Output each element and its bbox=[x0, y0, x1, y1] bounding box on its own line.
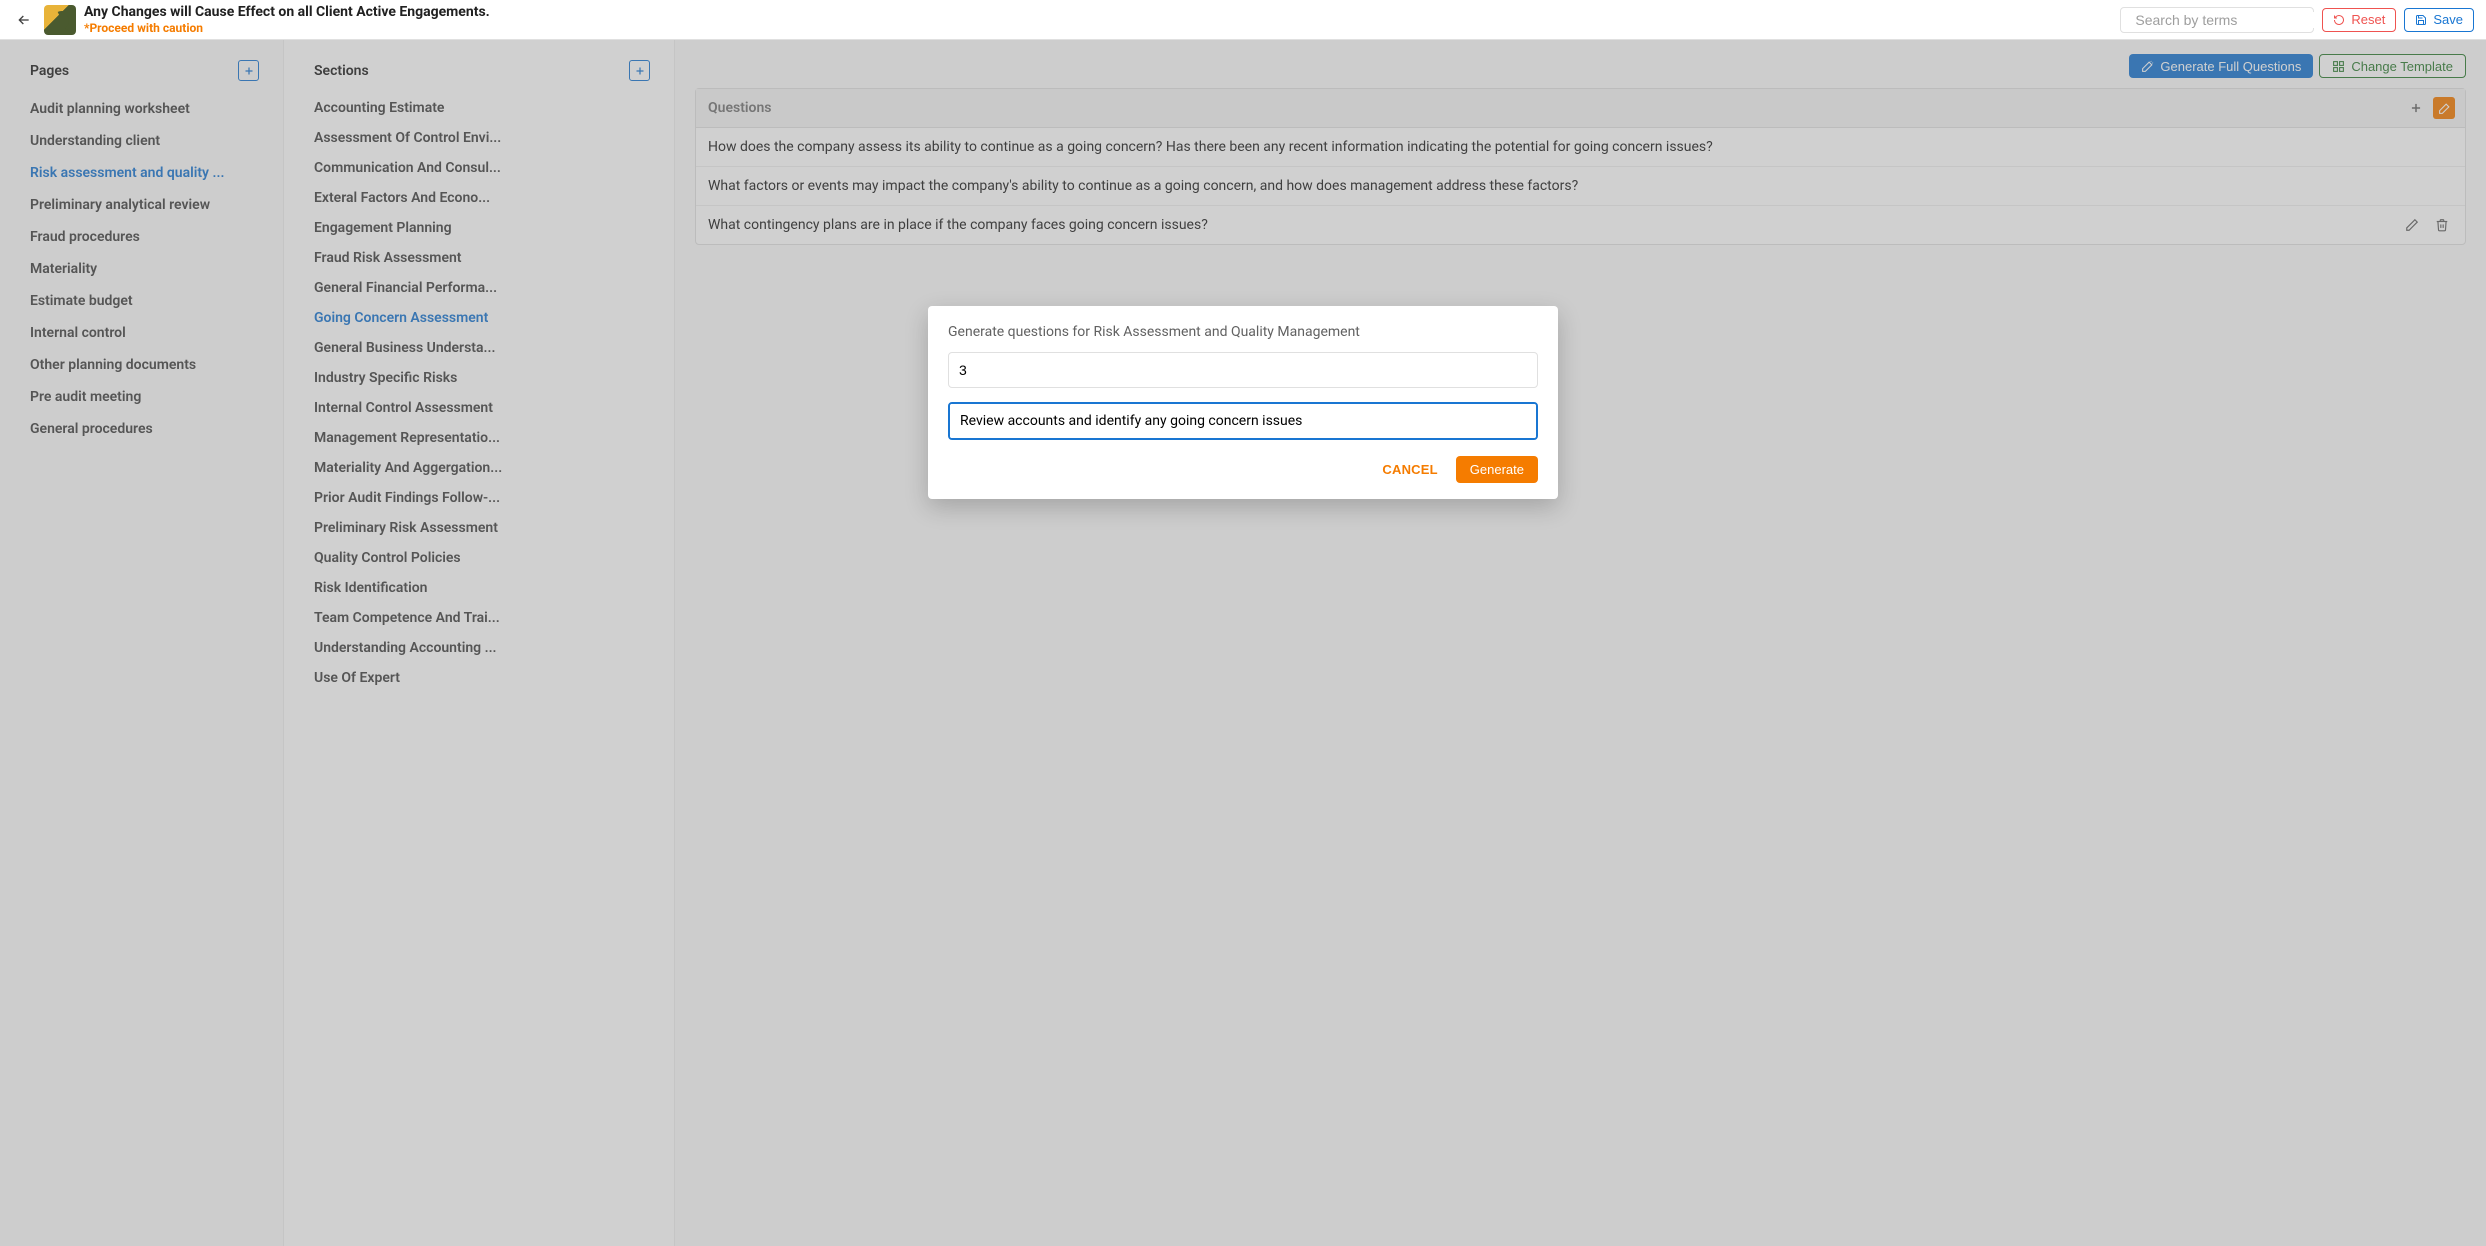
header-subtitle: *Proceed with caution bbox=[84, 21, 490, 35]
generate-button[interactable]: Generate bbox=[1456, 456, 1538, 483]
header-title: Any Changes will Cause Effect on all Cli… bbox=[84, 4, 490, 21]
prompt-textarea[interactable] bbox=[948, 402, 1538, 440]
save-label: Save bbox=[2433, 12, 2463, 27]
topbar: Any Changes will Cause Effect on all Cli… bbox=[0, 0, 2486, 40]
question-count-input[interactable] bbox=[948, 352, 1538, 388]
save-button[interactable]: Save bbox=[2404, 8, 2474, 32]
back-button[interactable] bbox=[12, 8, 36, 32]
modal-title: Generate questions for Risk Assessment a… bbox=[948, 324, 1538, 340]
refresh-icon bbox=[2333, 14, 2345, 26]
app-logo bbox=[44, 5, 76, 35]
reset-button[interactable]: Reset bbox=[2322, 8, 2396, 32]
cancel-button[interactable]: CANCEL bbox=[1372, 456, 1447, 483]
save-icon bbox=[2415, 14, 2427, 26]
search-input[interactable] bbox=[2135, 12, 2316, 28]
reset-label: Reset bbox=[2351, 12, 2385, 27]
generate-questions-modal: Generate questions for Risk Assessment a… bbox=[928, 306, 1558, 499]
search-field[interactable] bbox=[2120, 7, 2314, 33]
arrow-left-icon bbox=[16, 12, 32, 28]
modal-overlay[interactable]: Generate questions for Risk Assessment a… bbox=[0, 40, 2486, 1246]
header-title-block: Any Changes will Cause Effect on all Cli… bbox=[84, 4, 490, 35]
